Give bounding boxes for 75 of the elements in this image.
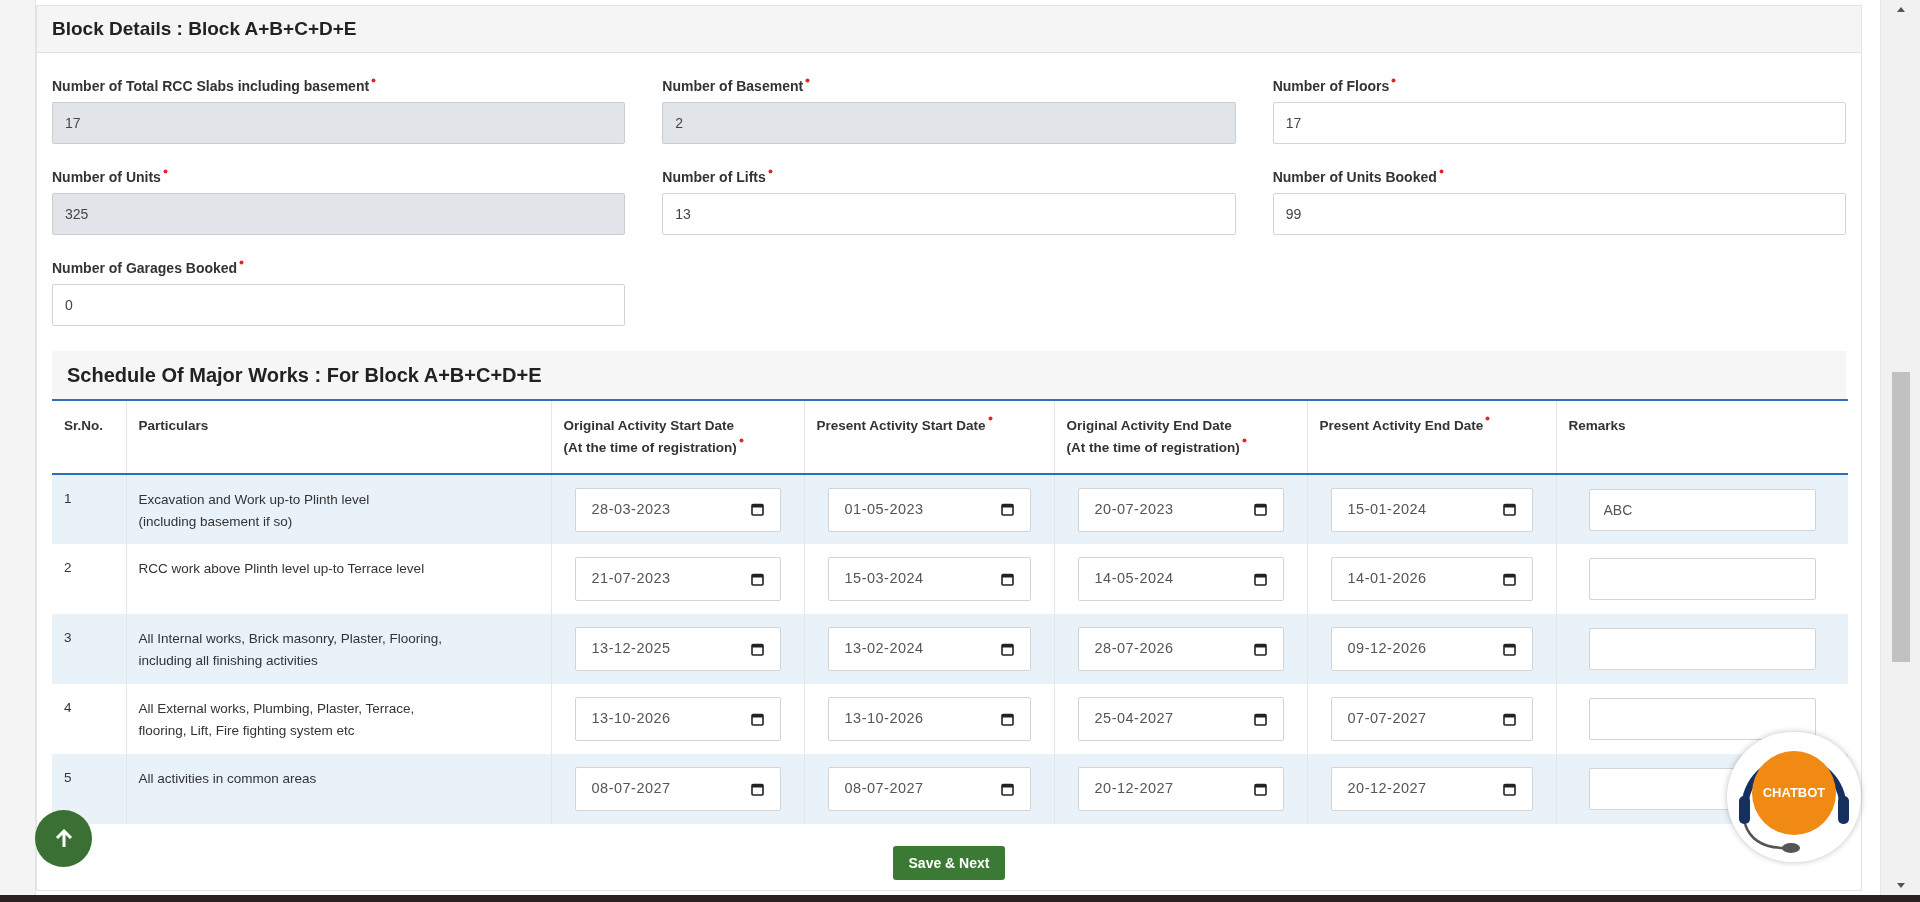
date-field[interactable]: 20-07-2023 [1077,487,1284,532]
field-label: Number of Garages Booked [52,259,626,277]
calendar-icon[interactable] [1000,503,1014,516]
calendar-icon[interactable] [750,642,764,656]
section-title: Schedule Of Major Works : For Block A+B+C+D+E [67,363,542,388]
column-header: Present Activity Start Date [804,400,1054,474]
date-field[interactable]: 28-07-2026 [1077,627,1284,671]
date-field[interactable]: 13-10-2026 [574,697,781,741]
column-header: Sr.No. [52,400,126,474]
date-field[interactable]: 25-04-2027 [1077,697,1284,741]
date-field[interactable]: 13-02-2024 [827,627,1031,671]
field-label: Number of Basement [662,77,1236,95]
calendar-icon[interactable] [1000,712,1014,726]
number-field[interactable]: 325 [52,193,626,235]
date-field[interactable]: 14-05-2024 [1077,557,1284,601]
column-header: Remarks [1556,400,1848,474]
calendar-icon[interactable] [1502,572,1516,586]
table-cell: All activities in common areas [126,754,551,824]
remarks-field[interactable] [1588,698,1816,740]
arrow-up-icon [54,828,73,849]
field-label: Number of Units Booked [1272,168,1846,186]
calendar-icon[interactable] [1502,712,1516,726]
scrollbar-thumb[interactable] [1891,372,1910,662]
date-field[interactable]: 20-12-2027 [1330,767,1533,811]
date-field[interactable]: 28-03-2023 [574,487,781,532]
calendar-icon[interactable] [1253,642,1267,656]
date-field[interactable]: 13-12-2025 [574,627,781,671]
number-field[interactable]: 0 [52,284,626,326]
calendar-icon[interactable] [750,712,764,726]
column-header: Original Activity End Date (At the time of registration) [1054,400,1307,474]
calendar-icon[interactable] [1253,572,1267,586]
remarks-field[interactable] [1588,628,1816,670]
remarks-field[interactable] [1588,558,1816,600]
number-field[interactable]: 13 [662,193,1236,235]
date-field[interactable]: 21-07-2023 [574,557,781,601]
calendar-icon[interactable] [1253,712,1267,726]
calendar-icon[interactable] [1000,572,1014,586]
calendar-icon[interactable] [750,503,764,516]
date-field[interactable]: 08-07-2027 [574,767,781,811]
date-field[interactable]: 15-01-2024 [1330,487,1533,532]
field-label: Number of Units [52,168,626,186]
column-header: Particulars [126,400,551,474]
calendar-icon[interactable] [1000,782,1014,796]
number-field[interactable]: 17 [1272,102,1846,144]
number-field[interactable]: 2 [662,102,1236,144]
column-header: Original Activity Start Date (At the time of registration) [551,400,804,474]
scroll-down-icon[interactable] [1896,883,1905,889]
scrollbar[interactable] [1880,0,1920,895]
save-next-button[interactable]: Save & Next [892,846,1006,880]
calendar-icon[interactable] [750,572,764,586]
field-label: Number of Lifts [662,168,1236,186]
calendar-icon[interactable] [1000,642,1014,656]
date-field[interactable]: 08-07-2027 [827,767,1031,811]
card-title: Block Details : Block A+B+C+D+E [52,16,357,41]
number-field[interactable]: 17 [52,102,626,144]
remarks-field[interactable]: ABC [1588,488,1816,531]
date-field[interactable]: 01-05-2023 [827,487,1031,532]
scroll-up-icon[interactable] [1896,6,1905,12]
column-header: Present Activity End Date [1307,400,1556,474]
chatbot-label: CHATBOT [1752,751,1836,835]
date-field[interactable]: 09-12-2026 [1330,627,1533,671]
calendar-icon[interactable] [1253,782,1267,796]
field-label: Number of Floors [1272,77,1846,95]
date-field[interactable]: 15-03-2024 [827,557,1031,601]
calendar-icon[interactable] [1502,642,1516,656]
calendar-icon[interactable] [1502,782,1516,796]
date-field[interactable]: 07-07-2027 [1330,697,1533,741]
field-label: Number of Total RCC Slabs including basement [52,77,626,95]
date-field[interactable]: 13-10-2026 [827,697,1031,741]
date-field[interactable]: 14-01-2026 [1330,557,1533,601]
date-field[interactable]: 20-12-2027 [1077,767,1284,811]
calendar-icon[interactable] [750,782,764,796]
calendar-icon[interactable] [1502,503,1516,516]
number-field[interactable]: 99 [1272,193,1846,235]
calendar-icon[interactable] [1253,503,1267,516]
